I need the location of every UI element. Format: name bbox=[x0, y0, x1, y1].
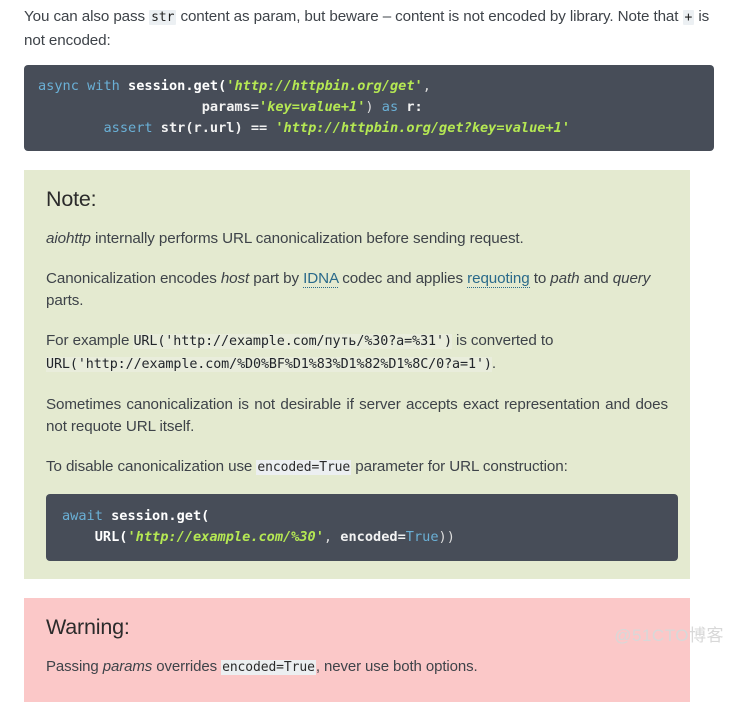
note-paragraph-3: For example URL('http://example.com/путь… bbox=[46, 330, 668, 377]
code-const-true: True bbox=[405, 529, 439, 545]
link-idna[interactable]: IDNA bbox=[303, 269, 338, 288]
note-title: Note: bbox=[46, 187, 97, 211]
inline-code-plus: + bbox=[682, 10, 695, 25]
code-content: async with session.get('http://httpbin.o… bbox=[38, 76, 700, 139]
code-block-params-example: async with session.get('http://httpbin.o… bbox=[24, 65, 714, 151]
code-indent-2 bbox=[38, 120, 103, 136]
note-p1-text: internally performs URL canonicalization… bbox=[90, 230, 524, 247]
emphasis-query: query bbox=[612, 269, 651, 287]
code-content-nested: await session.get( URL('http://example.c… bbox=[62, 506, 662, 548]
code-keyword-as: as bbox=[381, 99, 399, 115]
code-keyword-async: async bbox=[38, 78, 79, 94]
code-call-url: URL( bbox=[94, 529, 128, 545]
code-string-url: 'http://httpbin.org/get' bbox=[226, 78, 423, 94]
inline-code-str: str bbox=[149, 10, 177, 25]
code-call-session-get-2: session.get( bbox=[111, 508, 210, 524]
note-p5-a: To disable canonicalization use bbox=[46, 457, 257, 475]
note-p2-a: Canonicalization encodes bbox=[46, 269, 221, 287]
code-operator-eq: == bbox=[250, 120, 268, 136]
note-p2-d: to bbox=[529, 269, 551, 287]
code-comma: , bbox=[422, 78, 431, 94]
note-p2-f: parts. bbox=[46, 292, 84, 309]
inline-code-encoded-true: encoded=True bbox=[256, 459, 352, 475]
code-call-str-url: str(r.url) bbox=[160, 120, 243, 136]
code-block-encoded-example: await session.get( URL('http://example.c… bbox=[46, 494, 678, 561]
intro-paragraph: You can also pass str content as param, … bbox=[24, 6, 714, 52]
code-param-encoded: encoded= bbox=[340, 529, 406, 545]
code-param-params: params= bbox=[201, 99, 259, 115]
emphasis-aiohttp: aiohttp bbox=[46, 230, 91, 247]
note-p5-b: parameter for URL construction: bbox=[351, 457, 568, 475]
warning-title: Warning: bbox=[46, 615, 130, 639]
note-admonition: Note: aiohttp internally performs URL ca… bbox=[24, 170, 690, 579]
code-string-expected-url: 'http://httpbin.org/get?key=value+1' bbox=[275, 120, 571, 136]
code-var-r: r: bbox=[406, 99, 423, 115]
inline-code-url-original: URL('http://example.com/путь/%30?a=%31') bbox=[133, 333, 452, 349]
note-paragraph-1: aiohttp internally performs URL canonica… bbox=[46, 228, 668, 251]
note-p2-c: codec and applies bbox=[338, 269, 468, 287]
code-string-params-value: 'key=value+1' bbox=[258, 99, 366, 115]
note-paragraph-5: To disable canonicalization use encoded=… bbox=[46, 456, 668, 480]
code-call-session-get: session.get( bbox=[128, 78, 227, 94]
documentation-page: You can also pass str content as param, … bbox=[0, 0, 736, 702]
inline-code-encoded-true-2: encoded=True bbox=[221, 660, 316, 675]
warning-text-a: Passing bbox=[46, 658, 103, 675]
emphasis-params: params bbox=[102, 658, 153, 675]
code-keyword-with: with bbox=[87, 78, 120, 94]
note-p2-e: and bbox=[579, 269, 613, 287]
intro-text-3: Note that bbox=[617, 8, 683, 25]
note-p2-b: part by bbox=[249, 269, 304, 287]
code-paren-close-2: )) bbox=[438, 529, 455, 545]
warning-text-c: , never use both options. bbox=[315, 658, 478, 675]
code-keyword-await: await bbox=[62, 508, 103, 524]
emphasis-path: path bbox=[550, 269, 580, 287]
inline-code-url-encoded: URL('http://example.com/%D0%BF%D1%83%D1%… bbox=[46, 357, 492, 372]
code-keyword-assert: assert bbox=[103, 120, 153, 136]
note-paragraph-2: Canonicalization encodes host part by ID… bbox=[46, 268, 668, 313]
note-paragraph-4: Sometimes canonicalization is not desira… bbox=[46, 395, 668, 436]
intro-text-2: content as param, but beware – content i… bbox=[176, 8, 614, 25]
note-p3-b: is converted to bbox=[451, 331, 554, 349]
code-indent-3 bbox=[62, 529, 95, 545]
code-indent-1 bbox=[38, 99, 202, 115]
note-p3-a: For example bbox=[46, 331, 134, 349]
code-comma-2: , bbox=[323, 529, 341, 545]
link-requoting[interactable]: requoting bbox=[467, 269, 530, 288]
warning-text-b: overrides bbox=[152, 658, 222, 675]
note-p3-c: . bbox=[491, 355, 496, 372]
warning-admonition: Warning: Passing params overrides encode… bbox=[24, 598, 690, 702]
warning-paragraph: Passing params overrides encoded=True, n… bbox=[46, 656, 668, 680]
emphasis-host: host bbox=[220, 269, 250, 287]
code-string-example-url: 'http://example.com/%30' bbox=[127, 529, 324, 545]
intro-text-1: You can also pass bbox=[24, 8, 150, 25]
code-paren-close: ) bbox=[365, 99, 374, 115]
